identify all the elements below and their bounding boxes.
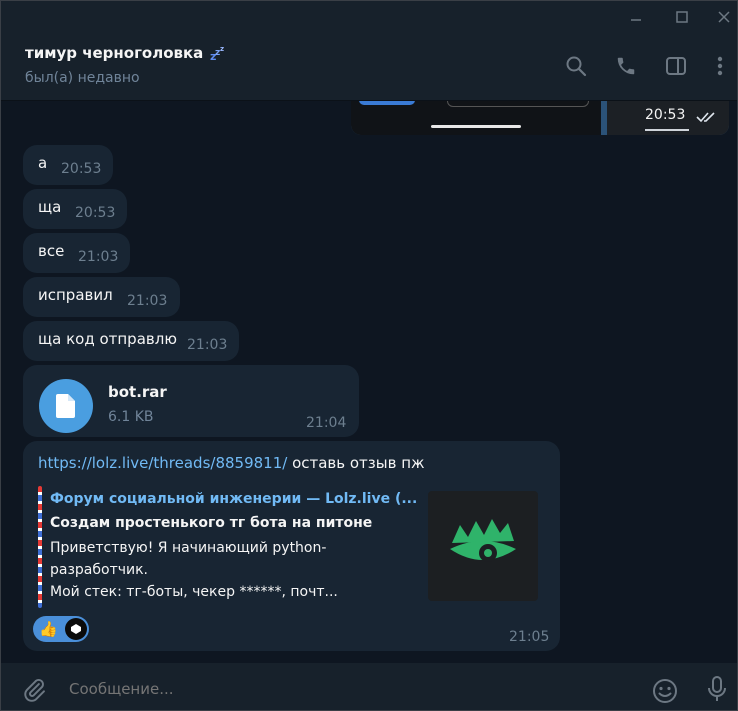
incoming-message[interactable]: а 20:53 — [23, 145, 113, 185]
search-icon[interactable] — [563, 53, 589, 79]
reaction-thumbs-up[interactable]: 👍 — [33, 616, 89, 642]
preview-title: Создам простенького тг бота на питоне — [50, 515, 373, 531]
message-text: https://lolz.live/threads/8859811/ остав… — [38, 454, 425, 472]
preview-thumbnail — [428, 491, 538, 601]
link-message[interactable]: https://lolz.live/threads/8859811/ остав… — [23, 441, 560, 651]
message-time: 21:03 — [78, 249, 119, 265]
link-preview[interactable]: Форум социальной инженерии — Lolz.live (… — [38, 486, 543, 608]
message-input[interactable] — [67, 679, 611, 699]
message-link[interactable]: https://lolz.live/threads/8859811/ — [38, 454, 287, 472]
preview-accent-bar — [38, 486, 42, 608]
incoming-message[interactable]: ща 20:53 — [23, 189, 127, 229]
title-bar — [1, 1, 737, 33]
message-text: исправил — [38, 286, 113, 304]
message-text: все — [38, 242, 65, 260]
svg-text:z: z — [220, 45, 224, 53]
sidebar-toggle-icon[interactable] — [663, 53, 689, 79]
message-time: 21:03 — [127, 293, 168, 309]
message-text: ща — [38, 198, 62, 216]
incoming-message[interactable]: все 21:03 — [23, 233, 130, 273]
sleep-emoji-icon: z z z — [209, 44, 227, 63]
message-time: 21:03 — [187, 337, 228, 353]
document-icon — [56, 394, 75, 418]
message-time: 20:53 — [645, 107, 686, 123]
preview-site-name: Форум социальной инженерии — Lolz.live (… — [50, 491, 418, 507]
file-size: 6.1 KB — [108, 409, 154, 425]
file-name: bot.rar — [108, 383, 167, 401]
file-download-button[interactable] — [39, 379, 93, 433]
lolz-eye-logo-icon — [450, 519, 516, 562]
emoji-icon[interactable] — [651, 677, 679, 709]
message-time: 21:04 — [306, 415, 347, 431]
message-list[interactable]: 20:53 а 20:53 ща 20:53 все 21:03 исправи… — [1, 101, 737, 663]
outgoing-media-message[interactable]: 20:53 — [351, 101, 729, 135]
minimize-icon[interactable] — [621, 7, 651, 27]
message-text: а — [38, 154, 48, 172]
message-time: 20:53 — [75, 205, 116, 221]
maximize-icon[interactable] — [667, 7, 697, 27]
microphone-icon[interactable] — [707, 675, 727, 707]
thumbs-up-icon: 👍 — [39, 619, 58, 638]
phone-icon[interactable] — [613, 53, 639, 79]
peer-name-label: тимур черноголовка — [25, 44, 204, 62]
preview-description-line: Приветствую! Я начинающий python- — [50, 540, 327, 556]
attach-paperclip-icon[interactable] — [21, 677, 47, 707]
message-time: 21:05 — [509, 629, 550, 645]
message-text: ща код отправлю — [38, 330, 177, 348]
message-text-tail: оставь отзыв пж — [287, 454, 425, 472]
preview-description-line: Мой стек: тг-боты, чекер ******, почт... — [50, 584, 338, 600]
peer-name[interactable]: тимур черноголовка z z z — [25, 44, 227, 63]
more-menu-icon[interactable] — [707, 53, 733, 79]
message-time: 20:53 — [61, 161, 102, 177]
preview-description-line: разработчик. — [50, 562, 149, 578]
close-icon[interactable] — [709, 7, 737, 27]
message-composer — [1, 663, 737, 710]
telegram-window: тимур черноголовка z z z был(а) недавно — [0, 0, 738, 711]
screenshot-thumbnail — [351, 101, 601, 135]
incoming-message[interactable]: ща код отправлю 21:03 — [23, 321, 239, 361]
double-check-icon — [696, 109, 718, 128]
file-message[interactable]: bot.rar 6.1 KB 21:04 — [23, 365, 359, 437]
incoming-message[interactable]: исправил 21:03 — [23, 277, 180, 317]
preview-description: Приветствую! Я начинающий python- разраб… — [50, 537, 410, 603]
peer-status: был(а) недавно — [25, 70, 140, 86]
reactor-avatar — [65, 618, 87, 640]
chat-header: тимур черноголовка z z z был(а) недавно — [1, 33, 737, 101]
